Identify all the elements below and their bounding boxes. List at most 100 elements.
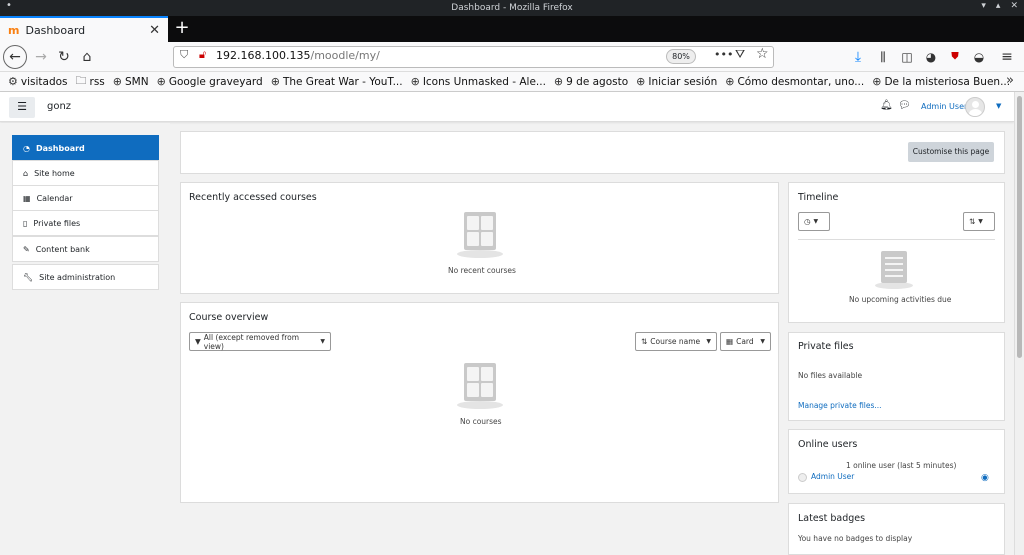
messages-icon[interactable]: 💬︎ <box>898 100 911 111</box>
grid-icon: ▦ <box>726 337 734 346</box>
downloads-icon[interactable]: ⤓ <box>850 46 866 68</box>
bookmark-item[interactable]: ⊕ SMN <box>113 75 149 88</box>
moodle-favicon: m <box>8 23 20 37</box>
gear-icon: ⚙ <box>8 75 18 88</box>
avatar[interactable] <box>965 97 985 117</box>
block-title: Course overview <box>189 312 269 323</box>
timeline-filter-dropdown[interactable]: ◷ ▼ <box>798 212 830 231</box>
bookmark-item[interactable]: ⊕ Cómo desmontar, uno... <box>725 75 864 88</box>
globe-icon: ⊕ <box>112 75 122 88</box>
dashboard-icon: ◔ <box>23 143 30 153</box>
course-sort-dropdown[interactable]: ⇅ Course name ▼ <box>635 332 717 351</box>
tab-dashboard[interactable]: m Dashboard ✕ <box>0 16 168 42</box>
drawer-item-private-files[interactable]: ▯ Private files <box>12 210 159 236</box>
page-actions-icon[interactable]: ••• <box>714 48 733 61</box>
filter-icon: ▼ <box>195 337 201 346</box>
tab-title: Dashboard <box>25 23 86 37</box>
close-tab-icon[interactable]: ✕ <box>149 23 160 38</box>
sort-icon: ⇅ <box>969 217 976 226</box>
reload-button[interactable]: ↻ <box>55 46 73 68</box>
globe-icon: ⊕ <box>410 75 420 88</box>
window-menu-icon[interactable]: • <box>6 0 12 11</box>
close-window-icon[interactable]: ✕ <box>1010 1 1018 11</box>
bookmark-item[interactable]: ⚙ visitados <box>8 75 68 88</box>
bookmark-item[interactable]: ⊕ Iniciar sesión <box>636 75 717 88</box>
notification-bell-icon[interactable]: 🔔︎ <box>880 100 893 111</box>
new-tab-button[interactable]: + <box>172 16 192 42</box>
minimize-icon[interactable]: ▾ <box>981 1 986 11</box>
manage-private-files-link[interactable]: Manage private files... <box>798 401 882 410</box>
zoom-level-badge[interactable]: 80% <box>666 49 696 64</box>
bookmark-star-icon[interactable]: ☆ <box>756 46 769 62</box>
sort-icon: ⇅ <box>641 337 648 346</box>
bookmark-item[interactable]: ⊕ De la misteriosa Buen... <box>872 75 1010 88</box>
course-filter-dropdown[interactable]: ▼ All (except removed from view) ▼ <box>189 332 331 351</box>
drawer-item-site-home[interactable]: ⌂ Site home <box>12 160 159 186</box>
bookmarks-toolbar: ⚙ visitados 🗀︎ rss ⊕ SMN ⊕ Google graveyard … <box>0 72 1024 92</box>
empty-message: No files available <box>798 371 863 380</box>
window-titlebar: Dashboard - Mozilla Firefox <box>0 0 1024 16</box>
sidebar-icon[interactable]: ◫ <box>898 46 916 68</box>
drawer-item-calendar[interactable]: ▦ Calendar <box>12 185 159 211</box>
bookmarks-overflow-icon[interactable]: » <box>1006 73 1014 88</box>
tracking-shield-icon[interactable]: ⛉ <box>180 48 188 62</box>
block-title: Recently accessed courses <box>189 192 317 203</box>
bookmark-item[interactable]: 🗀︎ rss <box>76 72 105 91</box>
brush-icon: ✎ <box>23 244 30 254</box>
eye-icon[interactable]: ◉ <box>981 473 989 483</box>
clock-icon: ◷ <box>804 217 811 226</box>
course-view-dropdown[interactable]: ▦ Card ▼ <box>720 332 771 351</box>
caret-down-icon: ▼ <box>813 218 819 225</box>
extension-icon[interactable]: ◒ <box>970 46 988 68</box>
empty-message: No courses <box>460 417 502 426</box>
globe-icon: ⊕ <box>156 75 166 88</box>
home-icon: ⌂ <box>23 168 29 178</box>
latest-badges-block <box>788 503 1005 555</box>
ublock-icon[interactable]: ⛊ <box>946 46 964 68</box>
bookmark-item[interactable]: ⊕ The Great War - YouT... <box>271 75 403 88</box>
customise-page-button[interactable]: Customise this page <box>908 142 994 162</box>
site-name[interactable]: gonz <box>47 101 71 112</box>
bookmark-item[interactable]: ⊕ 9 de agosto <box>554 75 628 88</box>
globe-icon: ⊕ <box>872 75 882 88</box>
drawer-item-dashboard[interactable]: ◔ Dashboard <box>12 135 159 161</box>
pocket-icon[interactable]: ⛛ <box>735 47 745 62</box>
file-icon: ▯ <box>23 218 28 228</box>
empty-message: No recent courses <box>448 266 516 275</box>
forward-button[interactable]: → <box>32 46 50 68</box>
caret-down-icon: ▼ <box>706 338 711 345</box>
maximize-icon[interactable]: ▴ <box>996 1 1001 11</box>
url-text[interactable]: 192.168.100.135/moodle/my/ <box>216 49 380 62</box>
globe-icon: ⊕ <box>270 75 280 88</box>
window-controls: ▾ ▴ ✕ <box>981 1 1018 11</box>
drawer-item-site-administration[interactable]: 🔧︎ Site administration <box>12 264 159 290</box>
globe-icon: ⊕ <box>553 75 564 88</box>
menu-icon[interactable]: ≡ <box>998 46 1016 68</box>
drawer-item-content-bank[interactable]: ✎ Content bank <box>12 236 159 262</box>
empty-timeline-icon <box>875 251 913 289</box>
bookmark-item[interactable]: ⊕ Google graveyard <box>157 75 263 88</box>
hamburger-icon: ☰ <box>17 100 27 113</box>
block-title: Latest badges <box>798 513 866 524</box>
drawer-toggle-button[interactable]: ☰ <box>9 97 35 118</box>
caret-down-icon[interactable]: ▼ <box>996 102 1001 110</box>
page-scrollbar[interactable] <box>1014 92 1024 555</box>
home-button[interactable]: ⌂ <box>78 46 96 68</box>
avatar <box>798 473 807 482</box>
online-user-link[interactable]: Admin User <box>811 472 854 481</box>
globe-icon: ⊕ <box>636 75 646 88</box>
insecure-lock-icon[interactable]: 🔓︎ <box>199 48 206 62</box>
library-icon[interactable]: ⫼ <box>874 46 892 68</box>
block-title: Timeline <box>798 192 839 203</box>
timeline-sort-dropdown[interactable]: ⇅ ▼ <box>963 212 995 231</box>
bookmark-item[interactable]: ⊕ Icons Unmasked - Ale... <box>411 75 546 88</box>
divider <box>798 239 995 240</box>
caret-down-icon: ▼ <box>760 338 765 345</box>
extension-icon[interactable]: ◕ <box>922 46 940 68</box>
window-title: Dashboard - Mozilla Firefox <box>451 3 573 13</box>
block-title: Online users <box>798 439 858 450</box>
user-menu-name[interactable]: Admin User <box>921 102 967 111</box>
globe-icon: ⊕ <box>725 75 735 88</box>
back-button[interactable]: ← <box>3 45 27 69</box>
calendar-icon: ▦ <box>23 193 31 203</box>
